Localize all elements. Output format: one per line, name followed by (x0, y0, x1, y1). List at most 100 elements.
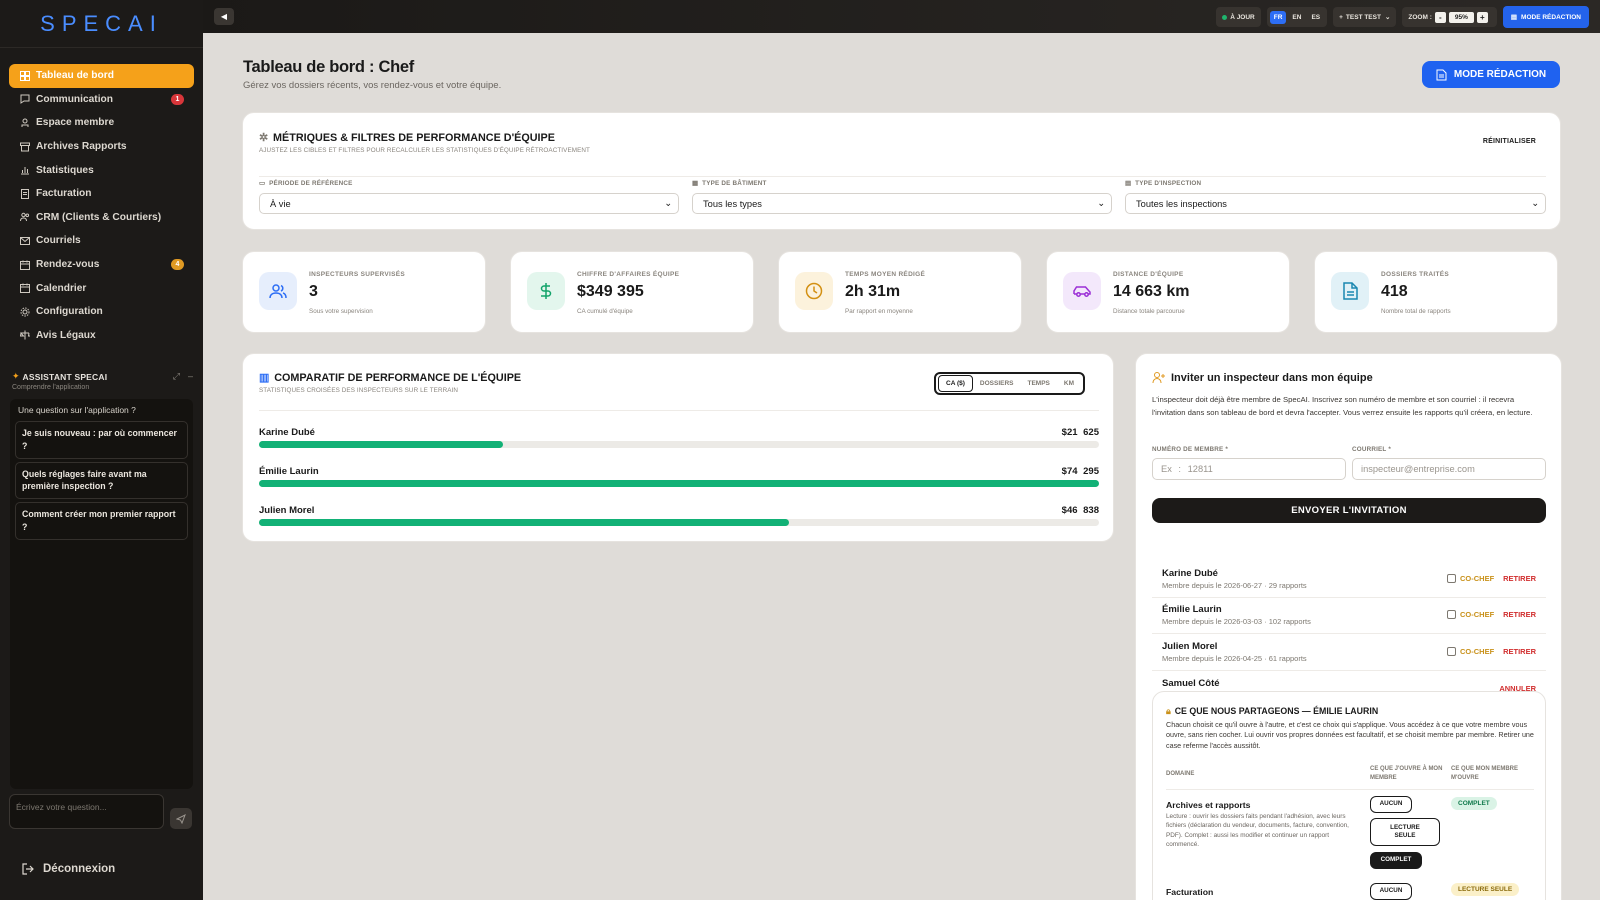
inspector-value: $21 625 (1061, 427, 1099, 438)
domain-description: Lecture : ouvrir les dossiers faits pend… (1166, 813, 1349, 848)
access-none-button[interactable]: AUCUN (1370, 883, 1412, 900)
kpi-value: $349 395 (577, 283, 644, 300)
sidebar-item-member-space[interactable]: Espace membre (9, 111, 194, 135)
suggestion-button[interactable]: Quels réglages faire avant ma première i… (15, 461, 188, 500)
sync-status: À JOUR (1216, 7, 1261, 27)
sidebar-item-statistics[interactable]: Statistiques (9, 158, 194, 182)
member-number-input[interactable]: Ex : 12811 (1152, 458, 1346, 480)
sidebar-item-communication[interactable]: Communication 1 (9, 88, 194, 112)
inspector-name: Karine Dubé (259, 427, 315, 438)
sidebar-item-archives[interactable]: Archives Rapports (9, 135, 194, 159)
gear-icon: ✲ (259, 132, 269, 144)
member-action-button[interactable]: RETIRER (1503, 574, 1536, 583)
performance-row: Julien Morel $46 838 (259, 505, 1099, 526)
sidebar-item-legal[interactable]: Avis Légaux (9, 324, 194, 348)
sharing-panel: 🔒︎ CE QUE NOUS PARTAGEONS — ÉMILIE LAURIN… (1152, 691, 1546, 900)
sidebar-item-emails[interactable]: Courriels (9, 229, 194, 253)
kpi-card: DISTANCE D'ÉQUIPE 14 663 km Distance total… (1046, 251, 1290, 333)
legal-icon (20, 330, 30, 340)
sidebar-item-appointments[interactable]: Rendez-vous 4 (9, 253, 194, 277)
access-received-badge: COMPLET (1451, 797, 1497, 810)
page-subtitle: Gérez vos dossiers récents, vos rendez-v… (243, 80, 502, 91)
co-chef-checkbox[interactable] (1447, 610, 1456, 619)
tab-km[interactable]: KM (1057, 376, 1081, 391)
sidebar-item-calendar[interactable]: Calendrier (9, 276, 194, 300)
co-chef-checkbox[interactable] (1447, 647, 1456, 656)
domain-name: Archives et rapports (1166, 800, 1251, 810)
col-domain: DOMAINE (1166, 771, 1195, 777)
bar-fill (259, 519, 789, 526)
period-select[interactable]: À vie ⌄ (259, 193, 679, 214)
sidebar-item-label: Facturation (36, 188, 92, 200)
chevron-down-icon: ⌄ (1384, 14, 1391, 21)
sharing-title: CE QUE NOUS PARTAGEONS — ÉMILIE LAURIN (1174, 706, 1379, 716)
sidebar-item-dashboard[interactable]: Tableau de bord (9, 64, 194, 88)
tab-revenue[interactable]: CA ($) (938, 375, 973, 392)
send-invitation-button[interactable]: ENVOYER L'INVITATION (1152, 498, 1546, 523)
kpi-value: 2h 31m (845, 283, 901, 300)
access-none-button[interactable]: AUCUN (1370, 796, 1412, 813)
lang-en[interactable]: EN (1288, 11, 1305, 24)
co-chef-toggle[interactable]: CO-CHEF (1447, 610, 1494, 619)
document-icon: ▤ (1510, 14, 1518, 21)
collapse-sidebar-button[interactable]: ◀ (214, 8, 234, 25)
tab-time[interactable]: TEMPS (1021, 376, 1057, 391)
bar-track (259, 441, 1099, 448)
user-name: TEST TEST (1345, 13, 1381, 21)
kpi-card: DOSSIERS TRAITÉS 418 Nombre total de rappo… (1314, 251, 1558, 333)
suggestion-button[interactable]: Comment créer mon premier rapport ? (15, 502, 188, 540)
kpi-card: INSPECTEURS SUPERVISÉS 3 Sous votre superv… (242, 251, 486, 333)
member-name: Émilie Laurin (1162, 604, 1222, 615)
page-title: Tableau de bord : Chef (243, 58, 414, 76)
tab-files[interactable]: DOSSIERS (973, 376, 1021, 391)
status-dot (1222, 14, 1228, 20)
assistant-input[interactable]: Écrivez votre question... (9, 794, 164, 829)
inspector-name: Émilie Laurin (259, 466, 319, 477)
kpi-value: 3 (309, 283, 318, 300)
sidebar-item-label: Statistiques (36, 164, 94, 176)
invoice-icon (20, 188, 30, 199)
sidebar-item-label: Configuration (36, 306, 103, 318)
zoom-out-button[interactable]: - (1434, 11, 1446, 23)
sidebar-item-label: Calendrier (36, 282, 87, 294)
expand-icon[interactable]: ⤢ (173, 371, 180, 382)
user-menu[interactable]: + TEST TEST ⌄ (1333, 7, 1397, 27)
minimize-icon[interactable]: – (188, 371, 193, 382)
kpi-card: CHIFFRE D'AFFAIRES ÉQUIPE $349 395 CA cumu… (510, 251, 754, 333)
assistant-chat-box: Une question sur l'application ? Je suis… (10, 399, 193, 790)
zoom-in-button[interactable]: + (1476, 11, 1488, 23)
co-chef-toggle[interactable]: CO-CHEF (1447, 574, 1494, 583)
building-type-select[interactable]: Tous les types ⌄ (692, 193, 1112, 214)
send-button[interactable] (170, 808, 192, 829)
sidebar-item-billing[interactable]: Facturation (9, 182, 194, 206)
logout-label: Déconnexion (43, 863, 116, 875)
sidebar-item-crm[interactable]: CRM (Clients & Courtiers) (9, 206, 194, 230)
reset-button[interactable]: RÉINITIALISER (1483, 138, 1536, 145)
sidebar-item-configuration[interactable]: Configuration (9, 300, 194, 324)
inspection-type-select[interactable]: Toutes les inspections ⌄ (1125, 193, 1546, 214)
team-comparison-card: ▥ COMPARATIF DE PERFORMANCE DE L'ÉQUIPE S… (242, 353, 1114, 542)
logout-icon (22, 863, 34, 875)
access-full-button[interactable]: COMPLET (1370, 852, 1422, 869)
kpi-value: 418 (1381, 283, 1408, 300)
document-icon (1331, 272, 1369, 310)
access-read-button[interactable]: LECTURE SEULE (1370, 818, 1440, 846)
email-field[interactable]: inspecteur@entreprise.com (1352, 458, 1546, 480)
app-logo[interactable]: SPECAI (0, 0, 203, 48)
suggestion-button[interactable]: Je suis nouveau : par où commencer ? (15, 421, 188, 459)
lang-fr[interactable]: FR (1269, 10, 1287, 24)
invite-title: Inviter un inspecteur dans mon équipe (1171, 371, 1373, 384)
sharing-description: Chacun choisit ce qu'il ouvre à l'autre,… (1166, 720, 1534, 750)
editing-mode-button-top[interactable]: ▤ MODE RÉDACTION (1502, 6, 1589, 28)
editing-mode-button[interactable]: MODE RÉDACTION (1422, 61, 1560, 88)
member-name: Julien Morel (1162, 641, 1218, 652)
co-chef-checkbox[interactable] (1447, 574, 1456, 583)
lang-es[interactable]: ES (1307, 11, 1324, 24)
sidebar: SPECAI Tableau de bord Communication 1 Es… (0, 0, 203, 900)
co-chef-label: CO-CHEF (1460, 610, 1495, 619)
member-action-button[interactable]: RETIRER (1503, 610, 1536, 619)
member-action-button[interactable]: RETIRER (1503, 647, 1536, 656)
co-chef-toggle[interactable]: CO-CHEF (1447, 647, 1494, 656)
chevron-down-icon: ⌄ (1097, 198, 1105, 208)
logout-button[interactable]: Déconnexion (22, 863, 115, 875)
